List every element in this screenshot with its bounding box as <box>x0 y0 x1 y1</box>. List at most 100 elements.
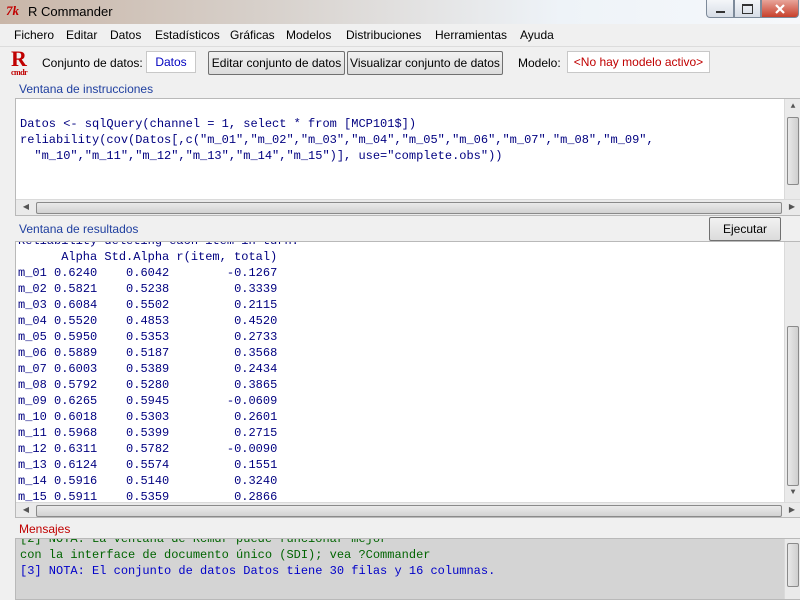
view-dataset-button[interactable]: Visualizar conjunto de datos <box>347 51 503 75</box>
script-window[interactable]: Datos <- sqlQuery(channel = 1, select * … <box>15 98 800 216</box>
output-table: m_01 0.6240 0.6042 -0.1267 m_02 0.5821 0.… <box>18 265 299 505</box>
output-text[interactable]: Reliability deleting each item in turn: … <box>18 242 299 505</box>
row-alpha: 0.6084 <box>54 298 98 312</box>
messages-text[interactable]: [2] NOTA: La ventana de Rcmdr puede func… <box>20 538 495 579</box>
row-item: m_13 <box>18 458 47 472</box>
row-alpha: 0.6265 <box>54 394 98 408</box>
script-text[interactable]: Datos <- sqlQuery(channel = 1, select * … <box>20 116 654 164</box>
output-row: m_04 0.5520 0.4853 0.4520 <box>18 313 299 329</box>
output-row: m_01 0.6240 0.6042 -0.1267 <box>18 265 299 281</box>
output-row: m_05 0.5950 0.5353 0.2733 <box>18 329 299 345</box>
menu-editar[interactable]: Editar <box>66 28 97 42</box>
minimize-button[interactable] <box>706 0 734 18</box>
menu-distribuciones[interactable]: Distribuciones <box>346 28 421 42</box>
messages-vertical-scrollbar[interactable] <box>784 539 800 599</box>
title-bar[interactable]: 7k R Commander <box>0 0 800 24</box>
output-row: m_03 0.6084 0.5502 0.2115 <box>18 297 299 313</box>
row-r-item-total: 0.2715 <box>234 426 278 440</box>
rcmdr-logo: R cmdr <box>9 46 35 78</box>
output-row: m_13 0.6124 0.5574 0.1551 <box>18 457 299 473</box>
output-scroll-thumb[interactable] <box>787 326 799 486</box>
scroll-left-arrow-icon[interactable]: ◀ <box>18 200 34 215</box>
row-alpha: 0.6311 <box>54 442 98 456</box>
script-scroll-thumb[interactable] <box>787 117 799 185</box>
row-item: m_10 <box>18 410 47 424</box>
script-window-label: Ventana de instrucciones <box>19 82 154 96</box>
maximize-button[interactable] <box>734 0 761 18</box>
script-line: reliability(cov(Datos[,c("m_01","m_02","… <box>20 133 654 147</box>
script-line: Datos <- sqlQuery(channel = 1, select * … <box>20 117 417 131</box>
edit-dataset-button[interactable]: Editar conjunto de datos <box>208 51 345 75</box>
minimize-icon <box>715 10 725 13</box>
row-std-alpha: 0.5399 <box>126 426 170 440</box>
row-r-item-total: 0.4520 <box>234 314 278 328</box>
output-hscroll-thumb[interactable] <box>36 505 782 517</box>
scroll-right-arrow-icon[interactable]: ▶ <box>784 200 800 215</box>
script-horizontal-scrollbar[interactable]: ◀ ▶ <box>16 199 800 215</box>
row-item: m_01 <box>18 266 47 280</box>
script-vertical-scrollbar[interactable]: ▲ <box>784 99 800 199</box>
scroll-right-arrow-icon[interactable]: ▶ <box>784 503 800 517</box>
output-row: m_10 0.6018 0.5303 0.2601 <box>18 409 299 425</box>
row-item: m_11 <box>18 426 47 440</box>
menu-fichero[interactable]: Fichero <box>14 28 54 42</box>
scroll-up-arrow-icon[interactable]: ▲ <box>785 99 800 115</box>
row-r-item-total: 0.2115 <box>234 298 278 312</box>
menu-modelos[interactable]: Modelos <box>286 28 331 42</box>
row-std-alpha: 0.5187 <box>126 346 170 360</box>
scroll-down-arrow-icon[interactable]: ▼ <box>785 485 800 501</box>
script-hscroll-thumb[interactable] <box>36 202 782 214</box>
output-vertical-scrollbar[interactable]: ▼ <box>784 242 800 502</box>
row-r-item-total: 0.3568 <box>234 346 278 360</box>
row-item: m_02 <box>18 282 47 296</box>
close-button[interactable] <box>761 0 799 18</box>
dataset-label: Conjunto de datos: <box>42 56 143 70</box>
scroll-left-arrow-icon[interactable]: ◀ <box>18 503 34 517</box>
output-header: Alpha Std.Alpha r(item, total) <box>18 250 278 264</box>
menu-bar: Fichero Editar Datos Estadísticos Gráfic… <box>0 24 800 47</box>
output-horizontal-scrollbar[interactable]: ◀ ▶ <box>16 502 800 517</box>
row-std-alpha: 0.5389 <box>126 362 170 376</box>
maximize-icon <box>742 3 753 14</box>
row-alpha: 0.6240 <box>54 266 98 280</box>
output-row: m_07 0.6003 0.5389 0.2434 <box>18 361 299 377</box>
output-row: m_09 0.6265 0.5945 -0.0609 <box>18 393 299 409</box>
row-std-alpha: 0.5945 <box>126 394 170 408</box>
row-std-alpha: 0.5353 <box>126 330 170 344</box>
row-alpha: 0.5821 <box>54 282 98 296</box>
messages-window-label: Mensajes <box>19 522 71 536</box>
menu-graficas[interactable]: Gráficas <box>230 28 275 42</box>
menu-estadisticos[interactable]: Estadísticos <box>155 28 220 42</box>
messages-window[interactable]: [2] NOTA: La ventana de Rcmdr puede func… <box>15 538 800 600</box>
messages-scroll-thumb[interactable] <box>787 543 799 587</box>
active-model-button[interactable]: <No hay modelo activo> <box>567 51 710 73</box>
menu-ayuda[interactable]: Ayuda <box>520 28 554 42</box>
active-dataset-button[interactable]: Datos <box>146 51 196 73</box>
row-alpha: 0.6124 <box>54 458 98 472</box>
output-row: m_08 0.5792 0.5280 0.3865 <box>18 377 299 393</box>
row-std-alpha: 0.5782 <box>126 442 170 456</box>
message-partial-line: [2] NOTA: La ventana de Rcmdr puede func… <box>20 538 388 546</box>
execute-button[interactable]: Ejecutar <box>709 217 781 241</box>
row-alpha: 0.5968 <box>54 426 98 440</box>
output-window-label: Ventana de resultados <box>19 222 139 236</box>
row-r-item-total: 0.1551 <box>234 458 278 472</box>
row-alpha: 0.5792 <box>54 378 98 392</box>
window-title: R Commander <box>28 4 113 19</box>
script-line: "m_10","m_11","m_12","m_13","m_14","m_15… <box>20 149 503 163</box>
output-row: m_11 0.5968 0.5399 0.2715 <box>18 425 299 441</box>
menu-datos[interactable]: Datos <box>110 28 141 42</box>
row-r-item-total: 0.2733 <box>234 330 278 344</box>
row-item: m_14 <box>18 474 47 488</box>
row-alpha: 0.5520 <box>54 314 98 328</box>
menu-herramientas[interactable]: Herramientas <box>435 28 507 42</box>
rcommander-app-icon: 7k <box>6 3 19 18</box>
row-std-alpha: 0.5574 <box>126 458 170 472</box>
output-window[interactable]: Reliability deleting each item in turn: … <box>15 241 800 518</box>
model-label: Modelo: <box>518 56 561 70</box>
row-alpha: 0.6003 <box>54 362 98 376</box>
row-alpha: 0.5950 <box>54 330 98 344</box>
row-item: m_03 <box>18 298 47 312</box>
row-std-alpha: 0.5502 <box>126 298 170 312</box>
row-std-alpha: 0.5280 <box>126 378 170 392</box>
